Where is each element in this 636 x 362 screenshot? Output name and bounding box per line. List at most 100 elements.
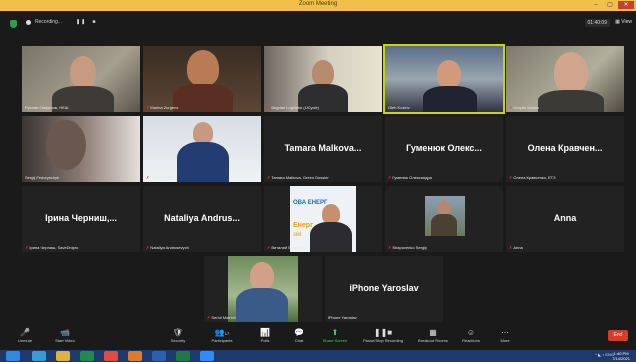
pause-stop-recording-button[interactable]: ❚❚■ Pause/Stop Recording — [360, 327, 406, 343]
active-speaker-tile[interactable]: Oleh Kozlov — [383, 44, 505, 114]
internet-explorer-icon[interactable] — [32, 351, 46, 361]
participants-icon: 👥17 — [214, 328, 230, 337]
video-camera-icon: 📹 — [60, 328, 70, 337]
participant-name-placeholder: Nataliya Andrus... — [164, 213, 240, 223]
participant-tile[interactable]: ✗Dmytro Ivanov — [506, 46, 624, 112]
word-icon[interactable] — [152, 351, 166, 361]
participant-head — [554, 52, 588, 92]
more-button[interactable]: ⋯ More — [482, 327, 528, 343]
participant-tile[interactable]: Ірина Черниш,... ✗Ірина Черниш, SaveDnip… — [22, 186, 140, 252]
participant-head — [312, 60, 334, 86]
excel-icon[interactable] — [176, 351, 190, 361]
participant-body — [431, 214, 457, 236]
participant-tile[interactable]: ОВА ЕНЕРГ Енерг змі ✗Виталий Волошин — [264, 186, 382, 252]
participant-tile[interactable]: Гуменюк Олекс... ✗Гуменюк Олександра — [385, 116, 503, 182]
participant-name: ✗Tamara Malkova, Green Dossier — [267, 175, 329, 180]
participant-name: Sergij Fedoryschyk — [25, 175, 60, 180]
participant-name: ✗Dmytro Ivanov — [509, 105, 540, 110]
participant-tile[interactable]: Tamara Malkova... ✗Tamara Malkova, Green… — [264, 116, 382, 182]
participant-tile[interactable]: Руслан Гаврилов, НЕШ — [22, 46, 140, 112]
system-tray[interactable]: ^ ◣ ♪ ENG — [595, 352, 614, 357]
participant-name: iPhone Yaroslav — [328, 315, 357, 320]
banner-text: змі — [293, 232, 302, 238]
view-button[interactable]: ▦ View — [615, 19, 632, 25]
participant-tile[interactable]: ✗Serhii Motrich — [204, 256, 322, 322]
participant-name-placeholder: Гуменюк Олекс... — [406, 143, 482, 153]
participant-name: ✗Anna — [509, 245, 523, 250]
participant-body — [173, 84, 233, 112]
participant-name: ✗Bogdan Logvinko (UCycle) — [267, 105, 319, 110]
close-button[interactable]: ✕ — [618, 1, 634, 9]
participant-tile[interactable]: ✗Bogdan Logvinko (UCycle) — [264, 46, 382, 112]
participant-tile[interactable]: ✗Andriy Grikul — [143, 116, 261, 182]
participant-head — [46, 120, 86, 170]
minimize-button[interactable]: – — [590, 1, 602, 9]
share-screen-icon: ⬆ — [331, 328, 339, 337]
pause-recording-button[interactable]: ❚❚ — [76, 19, 86, 25]
participant-tile[interactable]: Nataliya Andrus... ✗Nataliya Andrusevych — [143, 186, 261, 252]
participant-name-placeholder: Ірина Черниш,... — [45, 213, 117, 223]
recording-indicator: Recording... ❚❚ ■ — [26, 19, 96, 25]
more-icon: ⋯ — [501, 328, 509, 337]
participant-body — [236, 288, 288, 322]
windows-start-icon[interactable] — [6, 351, 20, 361]
participant-name: ✗Олена Кравченко, ЕТЗ — [509, 175, 556, 180]
participant-tile[interactable]: iPhone Yaroslav iPhone Yaroslav — [325, 256, 443, 322]
end-meeting-button[interactable]: End — [608, 330, 628, 341]
participant-name-placeholder: Anna — [553, 213, 577, 223]
participant-name-placeholder: iPhone Yaroslav — [349, 283, 419, 293]
participant-name: ✗Andriy Grikul — [146, 175, 174, 180]
app-icon[interactable] — [128, 351, 142, 361]
chrome-icon[interactable] — [104, 351, 118, 361]
encryption-shield-icon[interactable] — [10, 20, 17, 28]
participant-head — [437, 60, 461, 88]
participant-head — [187, 50, 219, 86]
view-label: View — [621, 19, 632, 25]
participant-head — [250, 262, 274, 290]
participant-tile[interactable]: Олена Кравчен... ✗Олена Кравченко, ЕТЗ — [506, 116, 624, 182]
participant-head — [70, 56, 96, 88]
participant-body — [177, 142, 229, 182]
participant-name: ✗Ірина Черниш, SaveDnipro — [25, 245, 79, 250]
file-explorer-icon[interactable] — [56, 351, 70, 361]
participant-tile[interactable]: Sergij Fedoryschyk — [22, 116, 140, 182]
meeting-controls-toolbar: 🎤 Unmute 📹 Start Video 🛡 Security 👥17 Pa… — [0, 324, 636, 350]
participant-body — [310, 222, 352, 252]
participant-name-placeholder: Олена Кравчен... — [527, 143, 603, 153]
start-video-button[interactable]: 📹 Start Video — [42, 327, 88, 343]
participant-body — [423, 86, 477, 112]
zoom-icon[interactable] — [200, 351, 214, 361]
participant-name: ✗Гуменюк Олександра — [388, 175, 432, 180]
participant-tile[interactable]: Anna ✗Anna — [506, 186, 624, 252]
recording-label: Recording... — [35, 19, 62, 25]
window-title-bar: Zoom Meeting – ▢ ✕ — [0, 0, 636, 11]
participant-head — [193, 122, 213, 144]
participants-count: 17 — [224, 331, 230, 336]
participant-tile[interactable]: ✗Shapovenko Sergiy — [385, 186, 503, 252]
taskbar-clock[interactable]: 1:40 PM 7/14/2021 — [612, 351, 630, 361]
banner-text: ОВА ЕНЕРГ — [293, 200, 328, 206]
banner-text: Енерг — [293, 222, 313, 229]
participant-name: ✗Serhii Motrich — [207, 315, 236, 320]
window-controls: – ▢ ✕ — [590, 1, 634, 9]
shield-icon: 🛡 — [172, 328, 184, 337]
participant-name: ✗Marina Zurgens — [146, 105, 179, 110]
pause-stop-icon: ❚❚■ — [373, 328, 393, 337]
meeting-timer: 01:40:09 — [584, 19, 610, 27]
participant-name: Руслан Гаврилов, НЕШ — [25, 105, 69, 110]
stop-recording-button[interactable]: ■ — [92, 19, 96, 25]
maximize-button[interactable]: ▢ — [604, 1, 616, 9]
security-button[interactable]: 🛡 Security — [155, 327, 201, 343]
participant-name: ✗Shapovenko Sergiy — [388, 245, 428, 250]
window-title: Zoom Meeting — [298, 1, 338, 7]
participant-tile[interactable]: ✗Marina Zurgens — [143, 46, 261, 112]
app-icon[interactable] — [80, 351, 94, 361]
windows-taskbar: ^ ◣ ♪ ENG 1:40 PM 7/14/2021 — [0, 350, 636, 362]
participants-button[interactable]: 👥17 Participants — [199, 327, 245, 343]
recording-dot-icon — [26, 19, 31, 25]
participant-name: ✗Nataliya Andrusevych — [146, 245, 189, 250]
share-screen-button[interactable]: ⬆ Share Screen — [312, 327, 358, 343]
zoom-window: Zoom Meeting – ▢ ✕ Recording... ❚❚ ■ 01:… — [0, 0, 636, 362]
participant-name: ✗Виталий Волошин — [267, 245, 306, 250]
participant-name-placeholder: Tamara Malkova... — [284, 143, 362, 153]
